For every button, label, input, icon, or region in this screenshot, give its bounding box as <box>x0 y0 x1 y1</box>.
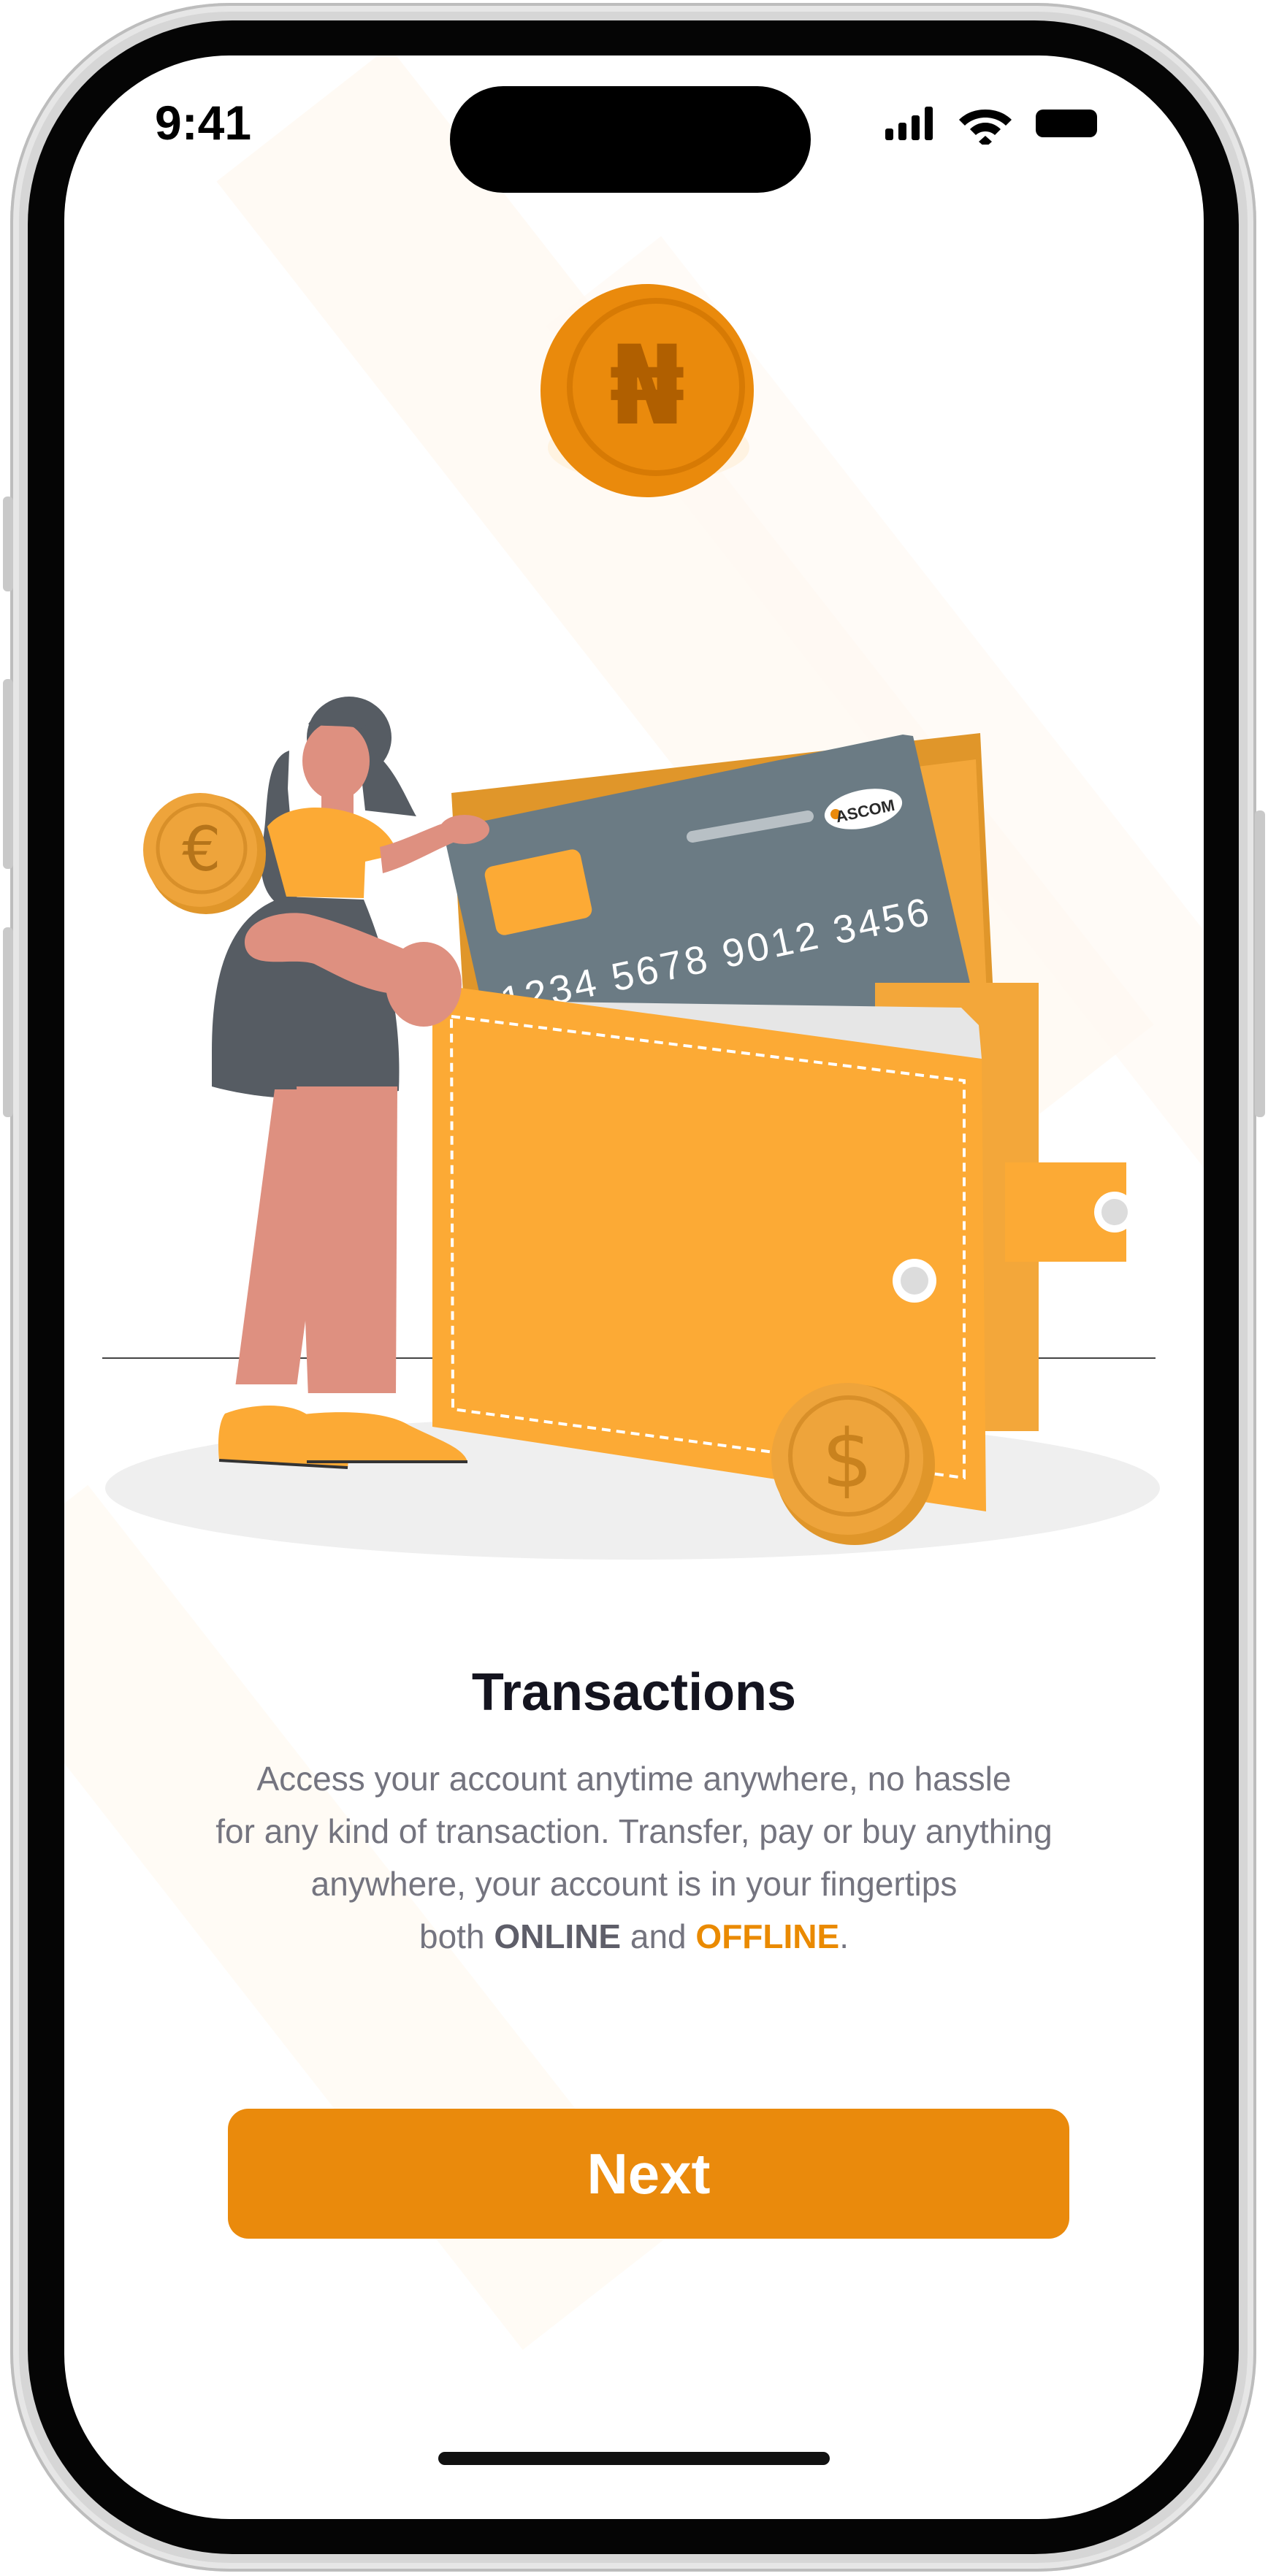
side-button-mute <box>3 497 13 591</box>
hand <box>386 942 462 1027</box>
description-middle: and <box>621 1917 696 1955</box>
euro-coin-symbol: € <box>182 813 221 885</box>
dynamic-island <box>450 86 811 193</box>
home-indicator[interactable] <box>438 2452 830 2465</box>
description-line: Access your account anytime anywhere, no… <box>256 1760 1012 1798</box>
cellular-signal-icon <box>885 107 933 140</box>
wifi-icon <box>959 110 1012 147</box>
description-last-line: both ONLINE and OFFLINE. <box>146 1910 1122 1963</box>
status-icons <box>879 101 1099 147</box>
online-highlight: ONLINE <box>494 1917 622 1955</box>
side-button-power <box>1255 810 1265 1117</box>
dollar-coin-symbol: $ <box>822 1412 873 1506</box>
naira-coin-icon: ₦ <box>541 284 754 497</box>
right-leg <box>297 1086 397 1398</box>
status-time: 9:41 <box>155 96 252 150</box>
shirt <box>267 808 397 898</box>
description-prefix: both <box>419 1917 494 1955</box>
side-button-volume-up <box>3 679 13 869</box>
description-line: for any kind of transaction. Transfer, p… <box>215 1812 1053 1850</box>
right-sock <box>301 1393 396 1414</box>
side-button-volume-down <box>3 927 13 1117</box>
description-suffix: . <box>839 1917 849 1955</box>
next-button[interactable]: Next <box>228 2109 1069 2239</box>
onboarding-illustration: ₦ ASCOM 1234 5678 9012 3456 $ € <box>102 277 1169 1592</box>
onboarding-title: Transactions <box>471 1663 797 1722</box>
description-line: anywhere, your account is in your finger… <box>310 1865 958 1903</box>
battery-icon <box>1036 110 1097 137</box>
euro-coin-icon: € <box>143 793 266 914</box>
left-sock <box>234 1384 299 1405</box>
offline-highlight: OFFLINE <box>695 1917 840 1955</box>
naira-coin-symbol: ₦ <box>609 323 685 450</box>
onboarding-description: Access your account anytime anywhere, no… <box>146 1752 1122 1963</box>
